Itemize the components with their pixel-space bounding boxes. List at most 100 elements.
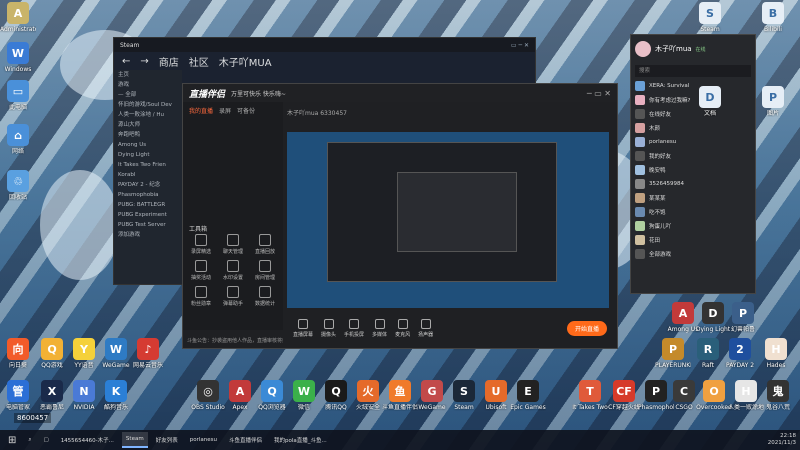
tab-backup[interactable]: 可备份 [237, 106, 255, 115]
desktop-icon[interactable]: Y YY语音 [66, 338, 102, 369]
friend-row[interactable]: 某某某 [631, 191, 755, 205]
taskbar-item[interactable]: 我的pola直播_斗鱼... [270, 432, 331, 448]
nav-community[interactable]: 社区 [189, 54, 209, 69]
desktop-icon[interactable]: ♲ 回收站 [0, 170, 36, 201]
steam-titlebar[interactable]: Steam ▭ ─ ✕ [114, 38, 535, 52]
desktop-icon[interactable]: E Epic Games [510, 380, 546, 411]
desktop-icon[interactable]: P PLAYERUNKNOWN'S [655, 338, 691, 369]
window-controls-icon[interactable]: ▭ ─ ✕ [511, 42, 529, 49]
tool-item[interactable]: 直播回放 [251, 234, 279, 255]
back-icon[interactable]: ← [122, 56, 130, 67]
desktop-icon[interactable]: X 恶霸鲁尼 [34, 380, 70, 411]
friend-row[interactable]: 3526459984 [631, 177, 755, 191]
desktop-icon[interactable]: 向向日葵 [0, 338, 36, 369]
taskbar-item[interactable]: 1455654460-木子... [57, 432, 118, 448]
tab-live[interactable]: 我的直播 [189, 106, 213, 115]
library-item[interactable]: 添加游戏 [114, 230, 182, 240]
tool-item[interactable]: 聊天管理 [219, 234, 247, 255]
desktop-icon[interactable]: H 人类一败涂地 [728, 380, 764, 411]
desktop-icon[interactable]: 管电脑管家 [0, 380, 36, 411]
source-button[interactable]: 摄像头 [321, 318, 336, 338]
desktop-icon[interactable]: ▭ 此电脑 [0, 80, 36, 111]
tool-item[interactable]: 水印设置 [219, 260, 247, 281]
system-tray[interactable]: 22:18 2021/11/3 [768, 433, 796, 447]
taskbar-item[interactable]: 斗鱼直播伴侣 [225, 432, 266, 448]
window-controls-icon[interactable]: ─ ▭ ✕ [587, 89, 611, 98]
desktop-icon[interactable]: O Overcooked [696, 380, 732, 411]
desktop-icon[interactable]: Q 腾讯QQ [318, 380, 354, 411]
friend-row[interactable]: 全部游戏 [631, 247, 755, 261]
desktop-icon[interactable]: S Steam [692, 2, 728, 33]
stream-preview[interactable] [287, 132, 609, 312]
tool-item[interactable]: 数据统计 [251, 286, 279, 307]
desktop-icon[interactable]: H Hades [758, 338, 794, 369]
tool-item[interactable]: 录屏精选 [187, 234, 215, 255]
friend-row[interactable]: porlanesu [631, 135, 755, 149]
tool-item[interactable]: 粉丝勋章 [187, 286, 215, 307]
source-button[interactable]: 扬声器 [418, 318, 433, 338]
desktop-icon[interactable]: W WeGame [98, 338, 134, 369]
desktop-icon[interactable]: N NVIDIA [66, 380, 102, 411]
library-item[interactable]: It Takes Two Frien [114, 160, 182, 170]
desktop-icon[interactable]: Q QQ游戏 [34, 338, 70, 369]
desktop-icon[interactable]: D 文档 [692, 86, 728, 117]
avatar[interactable] [635, 41, 651, 57]
friend-row[interactable]: 吃不饱 [631, 205, 755, 219]
library-item[interactable]: Phasmophobia [114, 190, 182, 200]
taskbar-item[interactable]: 好友列表 [152, 432, 182, 448]
source-button[interactable]: 麦克风 [395, 318, 410, 338]
desktop-icon[interactable]: B Bilibili [755, 2, 791, 33]
library-item[interactable]: Dying Light [114, 150, 182, 160]
desktop-icon[interactable]: W Windows [0, 42, 36, 73]
source-button[interactable]: 多媒体 [372, 318, 387, 338]
desktop-icon[interactable]: ⌂ 网络 [0, 124, 36, 155]
friend-row[interactable]: 花田 [631, 233, 755, 247]
desktop-icon[interactable]: CF CF穿越火线 [606, 380, 642, 411]
desktop-icon[interactable]: ◎ OBS Studio [190, 380, 226, 411]
desktop-icon[interactable]: ♪ 网易云音乐 [130, 338, 166, 369]
qq-status[interactable]: 在线 [696, 46, 706, 53]
source-button[interactable]: 直播屏幕 [293, 318, 313, 338]
friend-row[interactable]: 晚安鸭 [631, 163, 755, 177]
friend-row[interactable]: 木颜 [631, 121, 755, 135]
source-button[interactable]: 手机投屏 [344, 318, 364, 338]
nav-profile[interactable]: 木子吖MUA [219, 54, 272, 69]
desktop-icon[interactable]: P 图片 [755, 86, 791, 117]
desktop-icon[interactable]: K 酷狗音乐 [98, 380, 134, 411]
tab-record[interactable]: 录屏 [219, 106, 231, 115]
taskbar-item[interactable]: Steam [121, 432, 148, 448]
desktop-icon[interactable]: W 微信 [286, 380, 322, 411]
desktop-icon[interactable]: G WeGame [414, 380, 450, 411]
qq-window[interactable]: 木子吖mua 在线 搜索 XERA: Survival 你有考虑过我嘛? 在线好友木… [630, 34, 756, 294]
desktop-icon[interactable]: 鬼鬼谷八荒 [760, 380, 796, 411]
tool-item[interactable]: 房间管理 [251, 260, 279, 281]
search-icon[interactable]: ⌕ [24, 432, 35, 448]
library-item[interactable]: PUBG Experiment [114, 210, 182, 220]
library-item[interactable]: 怀旧的游戏/Soul Dev [114, 100, 182, 110]
library-item[interactable]: 游戏 [114, 80, 182, 90]
library-item[interactable]: Korabl [114, 170, 182, 180]
library-item[interactable]: PUBG: BATTLEGR [114, 200, 182, 210]
task-view-icon[interactable]: ▢ [39, 432, 52, 448]
desktop-icon[interactable]: Q QQ浏览器 [254, 380, 290, 411]
library-item[interactable]: PAYDAY 2 - 纪念 [114, 180, 182, 190]
windows-start-icon[interactable]: ⊞ [4, 432, 20, 448]
friend-row[interactable]: 狗蛋儿吖 [631, 219, 755, 233]
desktop-icon[interactable]: U Ubisoft [478, 380, 514, 411]
library-item[interactable]: PUBG Test Server [114, 220, 182, 230]
desktop-icon[interactable]: 2 PAYDAY 2 [722, 338, 758, 369]
desktop-icon[interactable]: T It Takes Two [572, 380, 608, 411]
tool-item[interactable]: 抽奖活动 [187, 260, 215, 281]
nav-store[interactable]: 商店 [159, 54, 179, 69]
desktop-icon[interactable]: P 幻兽帕鲁 [725, 302, 761, 333]
desktop-icon[interactable]: A Administrator [0, 2, 36, 33]
desktop-icon[interactable]: R Raft [690, 338, 726, 369]
library-item[interactable]: 人类一败涂地 / Hu [114, 110, 182, 120]
desktop-icon[interactable]: 鱼斗鱼直播伴侣 [382, 380, 418, 411]
room-title[interactable]: 万里可快乐 快乐嗨~ [231, 89, 286, 98]
tool-item[interactable]: 弹幕助手 [219, 286, 247, 307]
desktop-icon[interactable]: S Steam [446, 380, 482, 411]
taskbar-item[interactable]: porlanesu [186, 432, 221, 448]
library-item[interactable]: 主页 [114, 70, 182, 80]
douyu-window[interactable]: 直播伴侣 万里可快乐 快乐嗨~ ─ ▭ ✕ 木子吖mua 6330457 我的直… [182, 83, 618, 349]
